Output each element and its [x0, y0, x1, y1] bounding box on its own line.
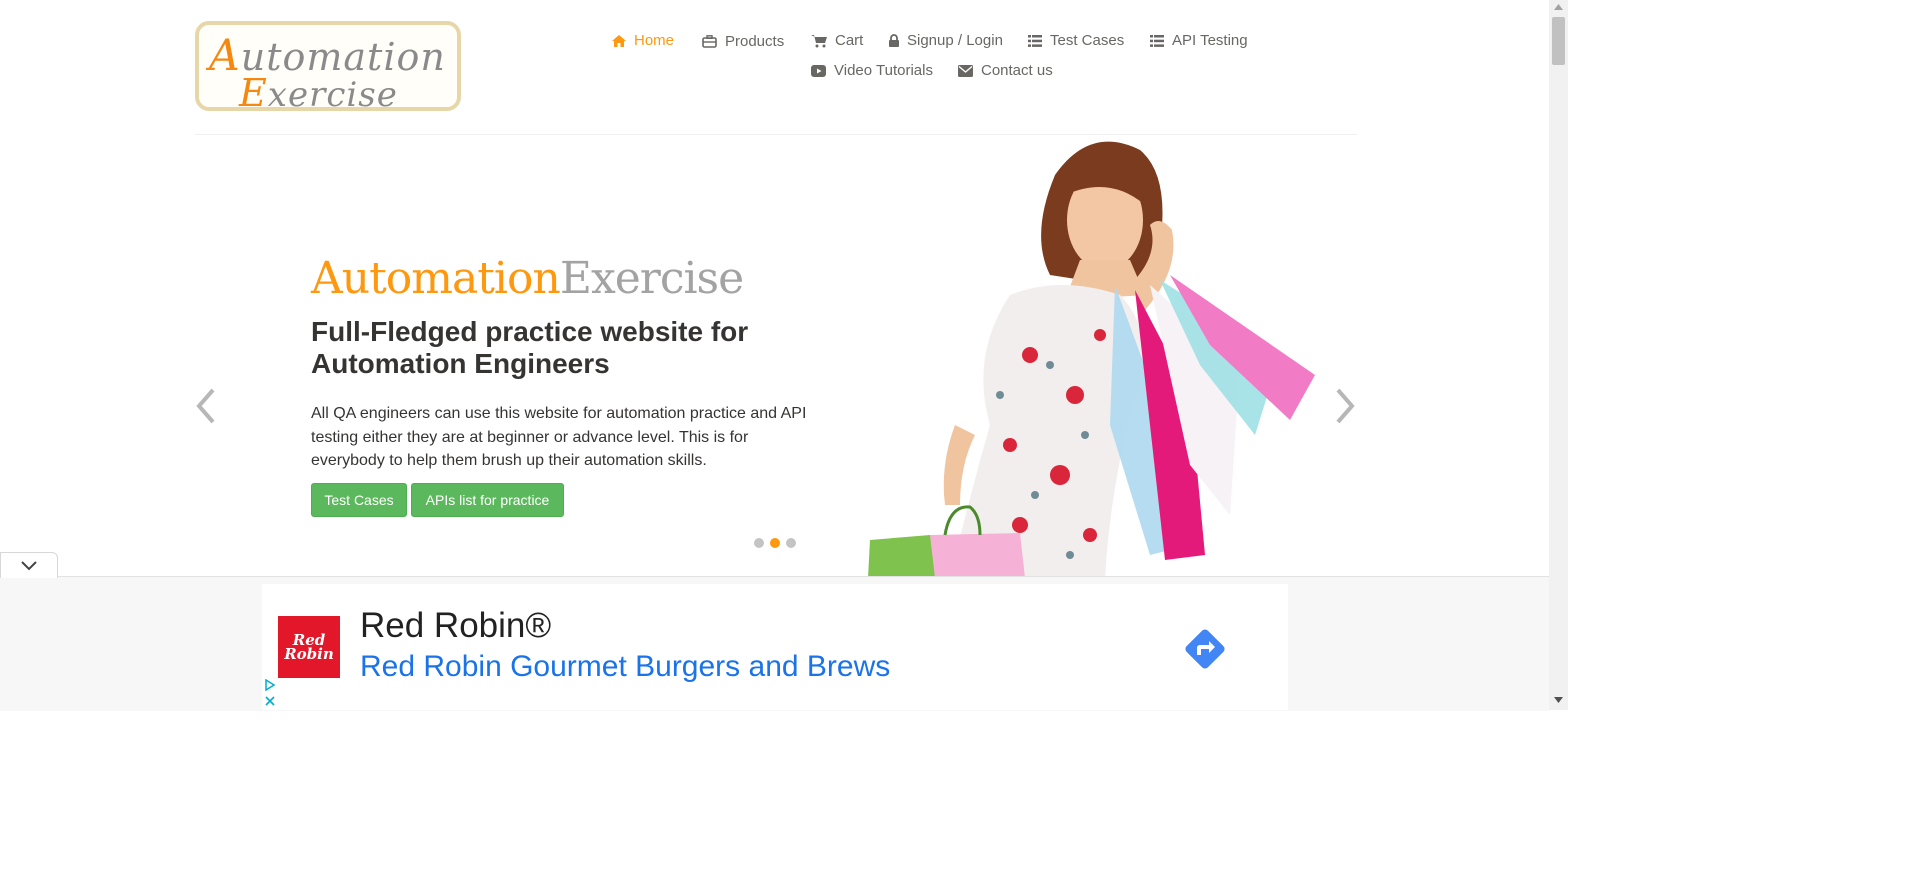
test-cases-button[interactable]: Test Cases: [311, 483, 407, 517]
nav-api-testing-label: API Testing: [1172, 32, 1248, 49]
hero-brand-title: AutomationExercise: [311, 253, 744, 304]
nav-home[interactable]: Home: [612, 32, 674, 49]
youtube-play-icon: [811, 64, 826, 77]
ad-close-icon[interactable]: [264, 694, 276, 712]
lock-icon: [889, 34, 899, 47]
nav-api-testing[interactable]: API Testing: [1150, 32, 1248, 49]
nav-contact-label: Contact us: [981, 62, 1053, 79]
nav-products[interactable]: Products: [702, 33, 784, 50]
nav-contact-us[interactable]: Contact us: [958, 62, 1053, 79]
cart-icon: [811, 34, 827, 48]
nav-video-tutorials[interactable]: Video Tutorials: [811, 62, 933, 79]
directions-arrow-icon: [1185, 629, 1225, 669]
hero-heading: Full-Fledged practice website for Automa…: [311, 316, 749, 379]
nav-signup-label: Signup / Login: [907, 32, 1003, 49]
advertisement-banner[interactable]: Red Robin Red Robin® Red Robin Gourmet Bu…: [262, 584, 1288, 710]
carousel-dot[interactable]: [754, 538, 764, 548]
ad-headline-link[interactable]: Red Robin Gourmet Burgers and Brews: [360, 650, 890, 684]
scroll-down-icon[interactable]: [1554, 697, 1563, 703]
scrollbar-thumb[interactable]: [1552, 17, 1565, 65]
carousel-dot[interactable]: [786, 538, 796, 548]
hero-woman-shopping-image: [868, 141, 1315, 578]
list-icon: [1028, 34, 1042, 47]
logo-line-2: Exercise: [239, 71, 398, 115]
nav-products-label: Products: [725, 33, 785, 50]
apis-list-button[interactable]: APIs list for practice: [411, 483, 564, 517]
page-scrollbar[interactable]: [1549, 0, 1568, 710]
envelope-icon: [958, 64, 973, 77]
carousel-indicators: [754, 538, 796, 548]
carousel-prev-arrow[interactable]: [195, 386, 217, 431]
ad-brand-logo: Red Robin: [278, 616, 340, 678]
nav-cart-label: Cart: [835, 32, 864, 49]
briefcase-icon: [702, 35, 717, 48]
nav-video-label: Video Tutorials: [834, 62, 933, 79]
chevron-down-icon: [21, 560, 37, 570]
hero-description: All QA engineers can use this website fo…: [311, 405, 807, 469]
ad-collapse-toggle[interactable]: [0, 552, 58, 578]
list-icon: [1150, 34, 1164, 47]
nav-test-cases-label: Test Cases: [1050, 32, 1125, 49]
nav-home-label: Home: [634, 32, 675, 49]
home-icon: [612, 34, 626, 47]
ad-brand-name: Red Robin®: [360, 606, 552, 645]
carousel-next-arrow[interactable]: [1334, 386, 1356, 431]
ad-directions-button[interactable]: [1180, 624, 1230, 679]
nav-test-cases[interactable]: Test Cases: [1028, 32, 1124, 49]
scroll-up-icon[interactable]: [1554, 4, 1563, 10]
carousel-dot-active[interactable]: [770, 538, 780, 548]
nav-signup-login[interactable]: Signup / Login: [889, 32, 1003, 49]
site-logo[interactable]: Automation Exercise: [195, 21, 461, 115]
nav-cart[interactable]: Cart: [811, 32, 863, 49]
